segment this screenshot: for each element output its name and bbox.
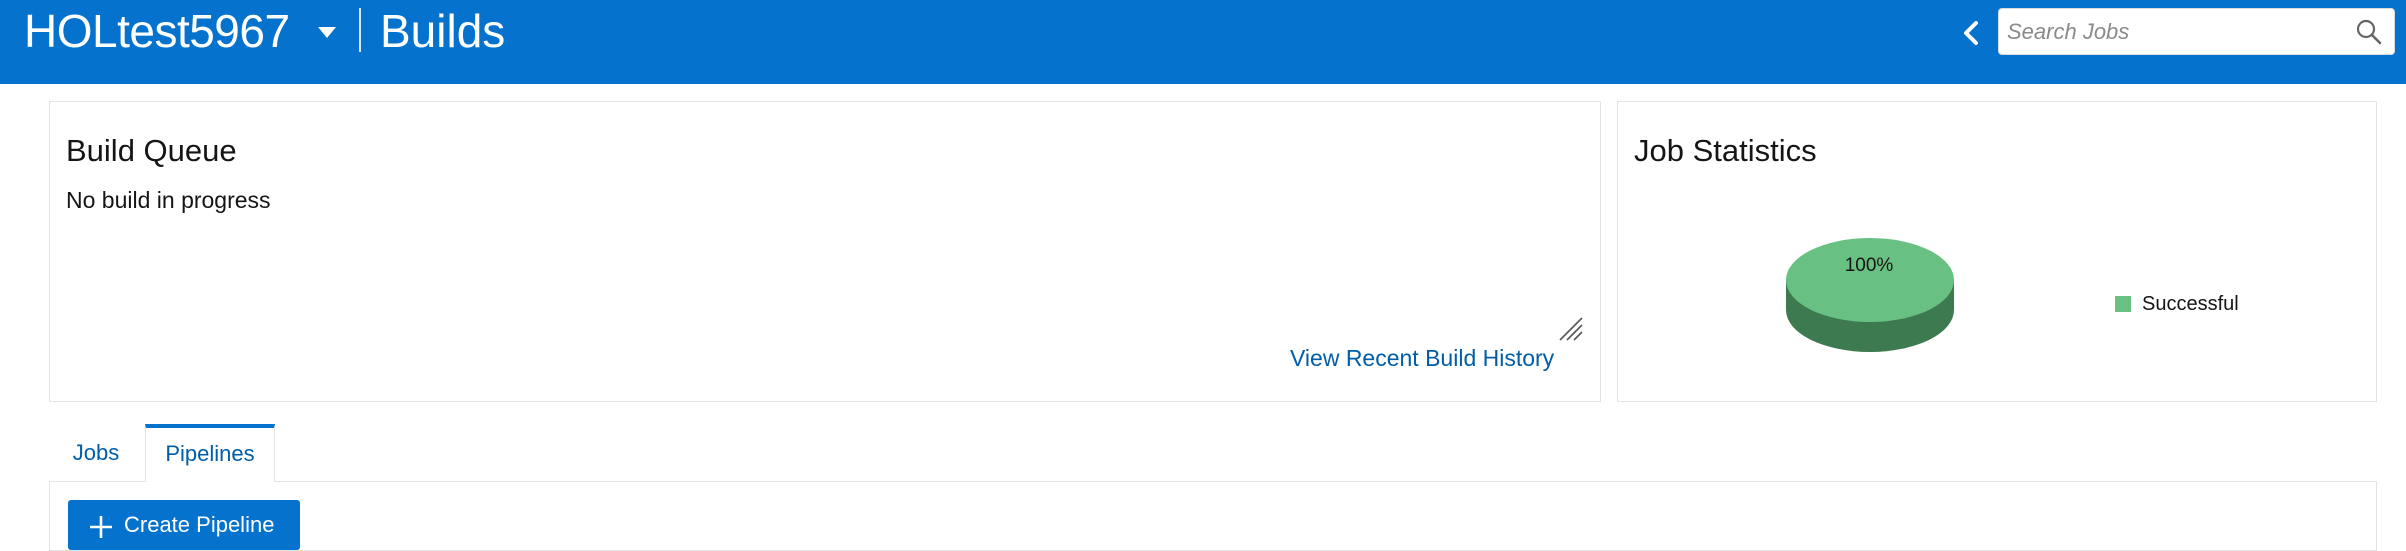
create-pipeline-label: Create Pipeline bbox=[124, 512, 275, 537]
build-queue-title: Build Queue bbox=[66, 133, 237, 168]
search-box bbox=[1998, 8, 2395, 55]
pie-chart-graphic bbox=[1786, 238, 1954, 352]
pipelines-tab-content bbox=[49, 481, 2377, 551]
build-queue-status: No build in progress bbox=[66, 187, 271, 213]
view-build-history-link[interactable]: View Recent Build History bbox=[1290, 342, 1602, 374]
tab-pipelines[interactable]: Pipelines bbox=[145, 424, 275, 482]
search-input[interactable] bbox=[2007, 9, 2347, 54]
header-divider bbox=[359, 8, 361, 52]
legend-swatch-successful bbox=[2115, 296, 2131, 312]
job-statistics-pie-chart: 100% bbox=[1778, 232, 1958, 362]
page-title: Builds bbox=[380, 5, 506, 57]
job-statistics-panel: Job Statistics 100% Successful bbox=[1617, 101, 2377, 402]
project-name[interactable]: HOLtest5967 bbox=[24, 4, 290, 58]
pie-slice-label: 100% bbox=[1844, 255, 1894, 276]
plus-icon bbox=[90, 516, 112, 538]
tab-jobs[interactable]: Jobs bbox=[49, 424, 143, 482]
chevron-down-icon[interactable] bbox=[316, 24, 338, 40]
header-bar: HOLtest5967 Builds bbox=[0, 0, 2406, 84]
job-statistics-title: Job Statistics bbox=[1634, 133, 1817, 168]
chevron-left-icon[interactable] bbox=[1956, 18, 1986, 48]
create-pipeline-button[interactable]: Create Pipeline bbox=[68, 500, 300, 550]
resize-handle-icon[interactable] bbox=[1556, 314, 1584, 342]
search-icon[interactable] bbox=[2355, 18, 2383, 46]
pie-slice-successful bbox=[1786, 238, 1954, 322]
legend-label-successful: Successful bbox=[2142, 293, 2239, 315]
build-queue-panel: Build Queue No build in progress View Re… bbox=[49, 101, 1601, 402]
